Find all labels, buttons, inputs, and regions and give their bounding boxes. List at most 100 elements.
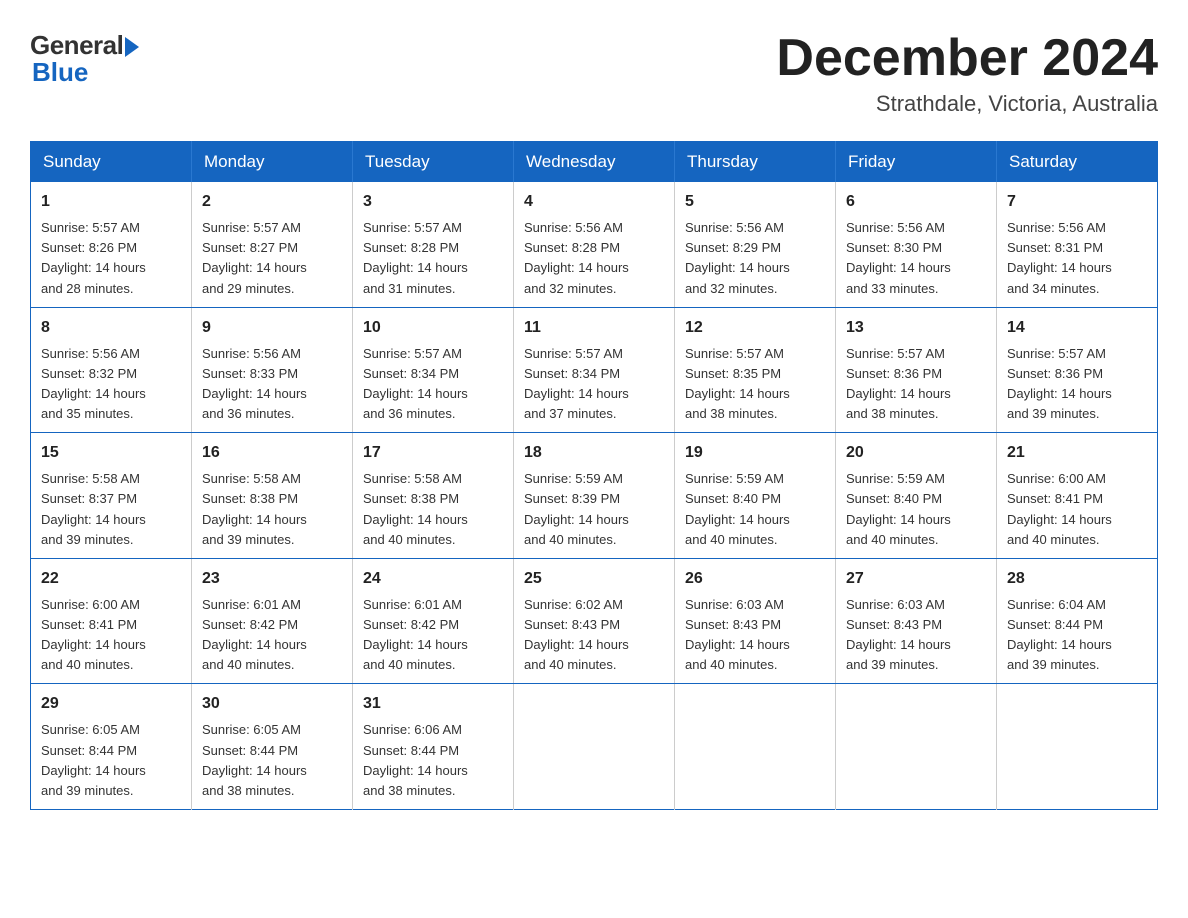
day-info: Sunrise: 6:05 AMSunset: 8:44 PMDaylight:… (202, 722, 307, 797)
calendar-cell: 1 Sunrise: 5:57 AMSunset: 8:26 PMDayligh… (31, 182, 192, 307)
calendar-cell: 15 Sunrise: 5:58 AMSunset: 8:37 PMDaylig… (31, 433, 192, 559)
calendar-cell (675, 684, 836, 810)
day-info: Sunrise: 6:05 AMSunset: 8:44 PMDaylight:… (41, 722, 146, 797)
day-info: Sunrise: 6:04 AMSunset: 8:44 PMDaylight:… (1007, 597, 1112, 672)
day-number: 2 (202, 190, 342, 214)
calendar-week-2: 8 Sunrise: 5:56 AMSunset: 8:32 PMDayligh… (31, 307, 1158, 433)
calendar-cell: 13 Sunrise: 5:57 AMSunset: 8:36 PMDaylig… (836, 307, 997, 433)
logo-arrow-icon (125, 37, 139, 57)
day-number: 30 (202, 692, 342, 716)
logo: General Blue (30, 30, 139, 88)
calendar-cell: 29 Sunrise: 6:05 AMSunset: 8:44 PMDaylig… (31, 684, 192, 810)
day-info: Sunrise: 5:57 AMSunset: 8:34 PMDaylight:… (524, 346, 629, 421)
header-friday: Friday (836, 142, 997, 183)
calendar-cell: 9 Sunrise: 5:56 AMSunset: 8:33 PMDayligh… (192, 307, 353, 433)
calendar-cell: 20 Sunrise: 5:59 AMSunset: 8:40 PMDaylig… (836, 433, 997, 559)
calendar-cell: 28 Sunrise: 6:04 AMSunset: 8:44 PMDaylig… (997, 558, 1158, 684)
day-number: 14 (1007, 316, 1147, 340)
calendar-cell (997, 684, 1158, 810)
header-wednesday: Wednesday (514, 142, 675, 183)
day-info: Sunrise: 6:00 AMSunset: 8:41 PMDaylight:… (41, 597, 146, 672)
day-number: 5 (685, 190, 825, 214)
calendar-cell (514, 684, 675, 810)
day-number: 27 (846, 567, 986, 591)
calendar-cell: 25 Sunrise: 6:02 AMSunset: 8:43 PMDaylig… (514, 558, 675, 684)
calendar-cell: 14 Sunrise: 5:57 AMSunset: 8:36 PMDaylig… (997, 307, 1158, 433)
day-info: Sunrise: 6:02 AMSunset: 8:43 PMDaylight:… (524, 597, 629, 672)
day-number: 12 (685, 316, 825, 340)
day-number: 31 (363, 692, 503, 716)
day-info: Sunrise: 5:59 AMSunset: 8:40 PMDaylight:… (846, 471, 951, 546)
day-number: 18 (524, 441, 664, 465)
day-info: Sunrise: 5:57 AMSunset: 8:27 PMDaylight:… (202, 220, 307, 295)
day-info: Sunrise: 5:58 AMSunset: 8:38 PMDaylight:… (202, 471, 307, 546)
calendar-cell (836, 684, 997, 810)
header-saturday: Saturday (997, 142, 1158, 183)
title-section: December 2024 Strathdale, Victoria, Aust… (776, 30, 1158, 117)
day-number: 13 (846, 316, 986, 340)
day-info: Sunrise: 6:06 AMSunset: 8:44 PMDaylight:… (363, 722, 468, 797)
calendar-week-4: 22 Sunrise: 6:00 AMSunset: 8:41 PMDaylig… (31, 558, 1158, 684)
calendar-cell: 4 Sunrise: 5:56 AMSunset: 8:28 PMDayligh… (514, 182, 675, 307)
calendar-cell: 31 Sunrise: 6:06 AMSunset: 8:44 PMDaylig… (353, 684, 514, 810)
calendar-cell: 8 Sunrise: 5:56 AMSunset: 8:32 PMDayligh… (31, 307, 192, 433)
day-info: Sunrise: 5:56 AMSunset: 8:28 PMDaylight:… (524, 220, 629, 295)
calendar-cell: 26 Sunrise: 6:03 AMSunset: 8:43 PMDaylig… (675, 558, 836, 684)
day-number: 3 (363, 190, 503, 214)
calendar-cell: 10 Sunrise: 5:57 AMSunset: 8:34 PMDaylig… (353, 307, 514, 433)
day-info: Sunrise: 5:59 AMSunset: 8:39 PMDaylight:… (524, 471, 629, 546)
location-text: Strathdale, Victoria, Australia (776, 91, 1158, 117)
calendar-cell: 17 Sunrise: 5:58 AMSunset: 8:38 PMDaylig… (353, 433, 514, 559)
header-tuesday: Tuesday (353, 142, 514, 183)
day-number: 28 (1007, 567, 1147, 591)
day-info: Sunrise: 5:56 AMSunset: 8:32 PMDaylight:… (41, 346, 146, 421)
calendar-cell: 24 Sunrise: 6:01 AMSunset: 8:42 PMDaylig… (353, 558, 514, 684)
calendar-cell: 21 Sunrise: 6:00 AMSunset: 8:41 PMDaylig… (997, 433, 1158, 559)
day-info: Sunrise: 5:59 AMSunset: 8:40 PMDaylight:… (685, 471, 790, 546)
day-number: 25 (524, 567, 664, 591)
day-number: 23 (202, 567, 342, 591)
day-info: Sunrise: 5:57 AMSunset: 8:35 PMDaylight:… (685, 346, 790, 421)
day-number: 29 (41, 692, 181, 716)
calendar-cell: 18 Sunrise: 5:59 AMSunset: 8:39 PMDaylig… (514, 433, 675, 559)
calendar-cell: 7 Sunrise: 5:56 AMSunset: 8:31 PMDayligh… (997, 182, 1158, 307)
calendar-week-1: 1 Sunrise: 5:57 AMSunset: 8:26 PMDayligh… (31, 182, 1158, 307)
header-monday: Monday (192, 142, 353, 183)
calendar-cell: 23 Sunrise: 6:01 AMSunset: 8:42 PMDaylig… (192, 558, 353, 684)
calendar-cell: 6 Sunrise: 5:56 AMSunset: 8:30 PMDayligh… (836, 182, 997, 307)
day-info: Sunrise: 5:56 AMSunset: 8:33 PMDaylight:… (202, 346, 307, 421)
day-number: 11 (524, 316, 664, 340)
calendar-cell: 12 Sunrise: 5:57 AMSunset: 8:35 PMDaylig… (675, 307, 836, 433)
day-info: Sunrise: 6:01 AMSunset: 8:42 PMDaylight:… (363, 597, 468, 672)
calendar-cell: 5 Sunrise: 5:56 AMSunset: 8:29 PMDayligh… (675, 182, 836, 307)
calendar-cell: 11 Sunrise: 5:57 AMSunset: 8:34 PMDaylig… (514, 307, 675, 433)
day-info: Sunrise: 6:00 AMSunset: 8:41 PMDaylight:… (1007, 471, 1112, 546)
day-number: 16 (202, 441, 342, 465)
day-number: 17 (363, 441, 503, 465)
calendar-header-row: Sunday Monday Tuesday Wednesday Thursday… (31, 142, 1158, 183)
day-info: Sunrise: 5:57 AMSunset: 8:26 PMDaylight:… (41, 220, 146, 295)
day-info: Sunrise: 5:56 AMSunset: 8:31 PMDaylight:… (1007, 220, 1112, 295)
page-header: General Blue December 2024 Strathdale, V… (30, 30, 1158, 117)
day-number: 15 (41, 441, 181, 465)
day-number: 6 (846, 190, 986, 214)
day-info: Sunrise: 5:56 AMSunset: 8:29 PMDaylight:… (685, 220, 790, 295)
calendar-cell: 30 Sunrise: 6:05 AMSunset: 8:44 PMDaylig… (192, 684, 353, 810)
calendar-cell: 27 Sunrise: 6:03 AMSunset: 8:43 PMDaylig… (836, 558, 997, 684)
day-info: Sunrise: 5:56 AMSunset: 8:30 PMDaylight:… (846, 220, 951, 295)
calendar-table: Sunday Monday Tuesday Wednesday Thursday… (30, 141, 1158, 810)
day-number: 20 (846, 441, 986, 465)
day-number: 7 (1007, 190, 1147, 214)
calendar-cell: 22 Sunrise: 6:00 AMSunset: 8:41 PMDaylig… (31, 558, 192, 684)
day-info: Sunrise: 5:58 AMSunset: 8:38 PMDaylight:… (363, 471, 468, 546)
header-sunday: Sunday (31, 142, 192, 183)
calendar-cell: 3 Sunrise: 5:57 AMSunset: 8:28 PMDayligh… (353, 182, 514, 307)
day-info: Sunrise: 6:03 AMSunset: 8:43 PMDaylight:… (685, 597, 790, 672)
calendar-week-5: 29 Sunrise: 6:05 AMSunset: 8:44 PMDaylig… (31, 684, 1158, 810)
calendar-cell: 19 Sunrise: 5:59 AMSunset: 8:40 PMDaylig… (675, 433, 836, 559)
day-info: Sunrise: 5:57 AMSunset: 8:36 PMDaylight:… (846, 346, 951, 421)
day-info: Sunrise: 6:03 AMSunset: 8:43 PMDaylight:… (846, 597, 951, 672)
logo-blue-text: Blue (32, 57, 88, 88)
calendar-cell: 2 Sunrise: 5:57 AMSunset: 8:27 PMDayligh… (192, 182, 353, 307)
day-number: 1 (41, 190, 181, 214)
